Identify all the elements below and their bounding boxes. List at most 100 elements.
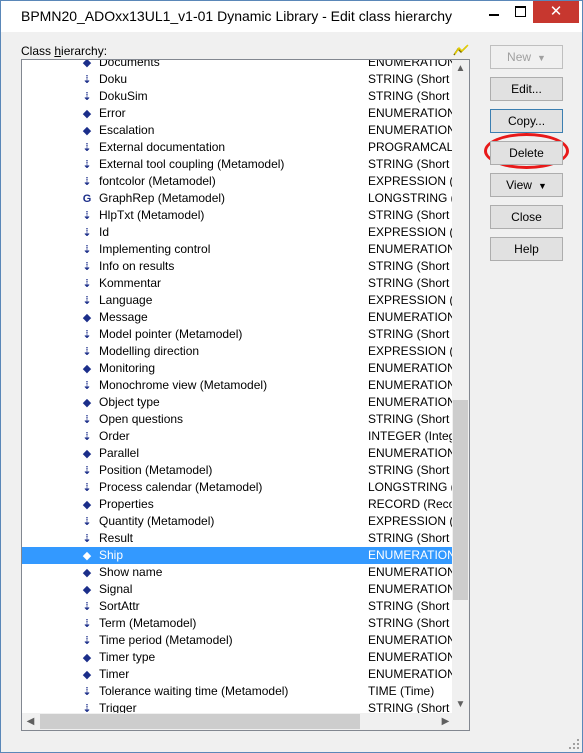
list-item[interactable]: ⇣ HlpTxt (Metamodel) STRING (Short s (22, 207, 454, 224)
attribute-arrow-icon: ⇣ (82, 516, 92, 528)
class-hierarchy-list[interactable]: ◆ Documents ENUMERATION ⇣ Doku STRING (Short … (21, 59, 470, 731)
list-item[interactable]: ◆ Signal ENUMERATION (22, 581, 454, 598)
list-item[interactable]: ◆ Properties RECORD (Recor (22, 496, 454, 513)
scrollbar-corner (452, 713, 469, 730)
list-item[interactable]: ◆ Message ENUMERATION (22, 309, 454, 326)
diamond-icon: ◆ (82, 125, 92, 137)
attribute-type: STRING (Short s (368, 599, 452, 613)
horizontal-scroll-thumb[interactable] (40, 714, 360, 729)
highlight-icon[interactable] (453, 44, 469, 56)
list-item[interactable]: ⇣ Modelling direction EXPRESSION (Ex (22, 343, 454, 360)
list-item[interactable]: ⇣ Order INTEGER (Intege (22, 428, 454, 445)
attribute-type: ENUMERATION (368, 582, 452, 596)
attribute-name: fontcolor (Metamodel) (99, 174, 216, 188)
list-item[interactable]: ⇣ Id EXPRESSION (Ex (22, 224, 454, 241)
attribute-arrow-icon: ⇣ (82, 261, 92, 273)
list-item[interactable]: ⇣ Implementing control ENUMERATION (22, 241, 454, 258)
list-item[interactable]: ◆ Object type ENUMERATION (22, 394, 454, 411)
list-item[interactable]: ◆ Error ENUMERATION (22, 105, 454, 122)
attribute-type: STRING (Short s (368, 276, 452, 290)
title-bar[interactable]: BPMN20_ADOxx13UL1_v1-01 Dynamic Library … (1, 1, 582, 32)
list-item[interactable]: ◆ Ship ENUMERATION (22, 547, 454, 564)
horizontal-scrollbar[interactable]: ◀ ▶ (22, 713, 454, 730)
attribute-name: Kommentar (99, 276, 162, 290)
list-item[interactable]: ⇣ Open questions STRING (Short s (22, 411, 454, 428)
view-button[interactable]: View ▼ (490, 173, 563, 197)
help-button[interactable]: Help (490, 237, 563, 261)
list-item[interactable]: ⇣ Doku STRING (Short s (22, 71, 454, 88)
attribute-name: Tolerance waiting time (Metamodel) (99, 684, 289, 698)
list-item[interactable]: ⇣ Info on results STRING (Short s (22, 258, 454, 275)
list-item[interactable]: ⇣ Tolerance waiting time (Metamodel) TIME … (22, 683, 454, 700)
attribute-arrow-icon: ⇣ (82, 159, 92, 171)
attribute-name: Position (Metamodel) (99, 463, 213, 477)
diamond-icon: ◆ (82, 550, 92, 562)
list-item[interactable]: ⇣ Time period (Metamodel) ENUMERATION (22, 632, 454, 649)
attribute-name: Error (99, 106, 126, 120)
list-item[interactable]: ◆ Show name ENUMERATION (22, 564, 454, 581)
attribute-type: ENUMERATION (368, 650, 452, 664)
new-button[interactable]: New ▼ (490, 45, 563, 69)
diamond-icon: ◆ (82, 669, 92, 681)
list-item[interactable]: ⇣ Term (Metamodel) STRING (Short s (22, 615, 454, 632)
attribute-arrow-icon: ⇣ (82, 176, 92, 188)
list-item[interactable]: ⇣ Language EXPRESSION (Ex (22, 292, 454, 309)
attribute-arrow-icon: ⇣ (82, 227, 92, 239)
vertical-scroll-thumb[interactable] (453, 400, 468, 600)
attribute-name: Timer type (99, 650, 156, 664)
delete-button[interactable]: Delete (490, 141, 563, 165)
scroll-up-arrow-icon[interactable]: ▲ (452, 60, 469, 77)
attribute-type: STRING (Short s (368, 259, 452, 273)
attribute-name: External documentation (99, 140, 226, 154)
vertical-scrollbar[interactable]: ▲ ▼ (452, 60, 469, 713)
close-window-button[interactable]: ✕ (533, 1, 579, 23)
attribute-name: Process calendar (Metamodel) (99, 480, 263, 494)
list-item[interactable]: ◆ Escalation ENUMERATION (22, 122, 454, 139)
attribute-name: Order (99, 429, 130, 443)
close-button[interactable]: Close (490, 205, 563, 229)
list-item[interactable]: ◆ Monitoring ENUMERATION (22, 360, 454, 377)
attribute-arrow-icon: ⇣ (82, 431, 92, 443)
attribute-type: STRING (Short s (368, 616, 452, 630)
attribute-name: Escalation (99, 123, 155, 137)
resize-grip-icon[interactable] (568, 738, 580, 750)
list-item[interactable]: ⇣ DokuSim STRING (Short s (22, 88, 454, 105)
edit-button[interactable]: Edit... (490, 77, 563, 101)
list-item[interactable]: ⇣ Quantity (Metamodel) EXPRESSION (Ex (22, 513, 454, 530)
scroll-down-arrow-icon[interactable]: ▼ (452, 696, 469, 713)
attribute-arrow-icon: ⇣ (82, 686, 92, 698)
attribute-type: STRING (Short s (368, 157, 452, 171)
attribute-name: Implementing control (99, 242, 211, 256)
diamond-icon: ◆ (82, 397, 92, 409)
list-item[interactable]: ⇣ Result STRING (Short s (22, 530, 454, 547)
list-item[interactable]: ⇣ SortAttr STRING (Short s (22, 598, 454, 615)
list-item[interactable]: ◆ Timer ENUMERATION (22, 666, 454, 683)
list-item[interactable]: ⇣ Monochrome view (Metamodel) ENUMERATION (22, 377, 454, 394)
attribute-type: ENUMERATION (368, 310, 452, 324)
list-item[interactable]: ⇣ Kommentar STRING (Short s (22, 275, 454, 292)
list-item[interactable]: ⇣ Model pointer (Metamodel) STRING (Short … (22, 326, 454, 343)
list-item[interactable]: ⇣ Position (Metamodel) STRING (Short s (22, 462, 454, 479)
attribute-name: Result (99, 531, 134, 545)
list-item[interactable]: ◆ Parallel ENUMERATION (22, 445, 454, 462)
scroll-left-arrow-icon[interactable]: ◀ (22, 713, 39, 730)
attribute-arrow-icon: ⇣ (82, 210, 92, 222)
copy-button[interactable]: Copy... (490, 109, 563, 133)
attribute-arrow-icon: ⇣ (82, 244, 92, 256)
list-item[interactable]: ⇣ External documentation PROGRAMCALL (22, 139, 454, 156)
attribute-type: ENUMERATION (368, 106, 452, 120)
list-item[interactable]: ⇣ fontcolor (Metamodel) EXPRESSION (Ex (22, 173, 454, 190)
attribute-arrow-icon: ⇣ (82, 635, 92, 647)
diamond-icon: ◆ (82, 363, 92, 375)
list-item[interactable]: G GraphRep (Metamodel) LONGSTRING (L (22, 190, 454, 207)
list-item[interactable]: ⇣ Process calendar (Metamodel) LONGSTRING … (22, 479, 454, 496)
attribute-type: STRING (Short s (368, 89, 452, 103)
attribute-type: ENUMERATION (368, 633, 452, 647)
list-item[interactable]: ◆ Timer type ENUMERATION (22, 649, 454, 666)
dropdown-caret-icon: ▼ (537, 53, 546, 63)
list-item[interactable]: ⇣ External tool coupling (Metamodel) STRIN… (22, 156, 454, 173)
maximize-button[interactable] (507, 1, 533, 23)
minimize-button[interactable] (481, 1, 507, 23)
attribute-name: Show name (99, 565, 163, 579)
list-item[interactable]: ◆ Documents ENUMERATION (22, 60, 454, 71)
